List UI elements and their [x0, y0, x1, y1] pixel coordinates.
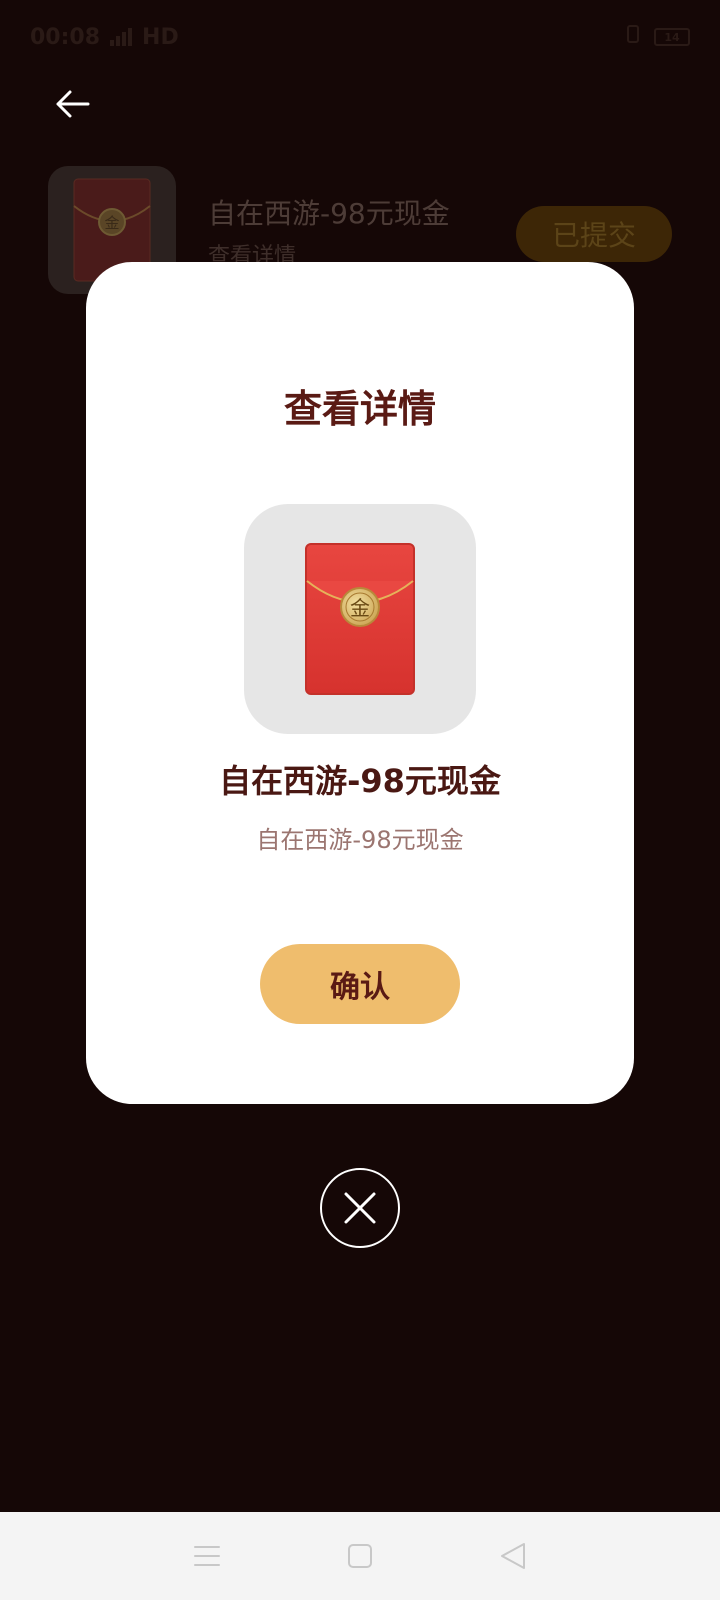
modal-item-name: 自在西游-98元现金 [219, 762, 501, 800]
nav-menu-button[interactable] [177, 1526, 237, 1586]
nav-home-button[interactable] [330, 1526, 390, 1586]
battery-icon: 14 [654, 28, 690, 46]
submitted-button[interactable]: 已提交 [516, 206, 672, 262]
menu-icon [193, 1546, 220, 1566]
back-button[interactable] [46, 80, 98, 128]
modal-item-image: 金 [244, 504, 476, 734]
status-time: 00:08 [30, 24, 101, 50]
signal-icon [110, 28, 133, 46]
status-left: 00:08 HD [30, 25, 179, 50]
back-arrow-icon [56, 90, 90, 118]
close-icon [344, 1192, 376, 1224]
reward-title: 自在西游-98元现金 [208, 197, 450, 230]
status-bar: 00:08 HD 14 [0, 0, 720, 74]
modal-title: 查看详情 [283, 387, 436, 431]
network-label: HD [142, 24, 179, 50]
detail-modal: 查看详情 金 自在西游-98元现金 自在西游-98元现金 确认 [86, 262, 634, 1104]
back-triangle-icon [501, 1543, 526, 1569]
envelope-char: 金 [350, 596, 370, 620]
modal-item-desc: 自在西游-98元现金 [256, 826, 464, 854]
system-nav-bar [0, 1512, 720, 1600]
close-button[interactable] [320, 1168, 400, 1248]
vibrate-icon [622, 23, 644, 51]
confirm-button[interactable]: 确认 [260, 944, 460, 1024]
status-right: 14 [622, 23, 690, 51]
home-square-icon [347, 1544, 372, 1568]
nav-back-button[interactable] [483, 1526, 543, 1586]
red-envelope-icon: 金 [305, 543, 415, 695]
envelope-char: 金 [104, 214, 119, 232]
battery-level: 14 [664, 30, 680, 44]
